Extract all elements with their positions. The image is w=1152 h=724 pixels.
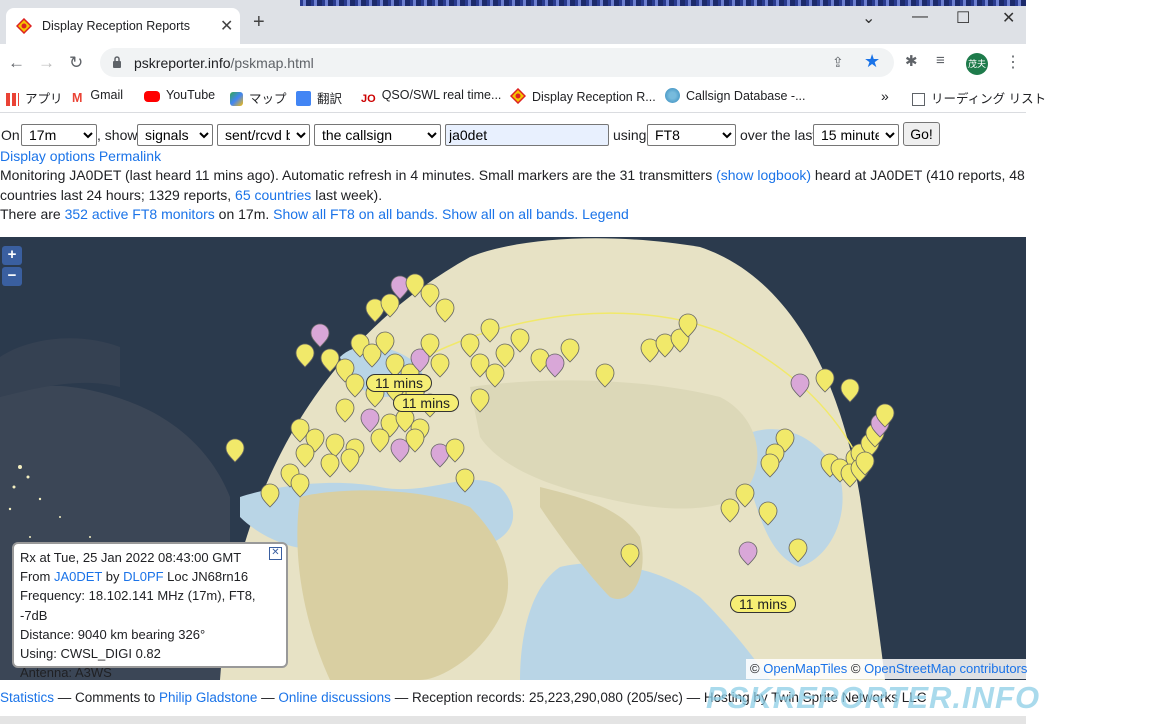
online-discussions-link[interactable]: Online discussions xyxy=(278,690,391,705)
bookmarks-overflow[interactable]: » xyxy=(881,88,889,104)
zoom-out-button[interactable]: − xyxy=(2,267,22,286)
translate-icon xyxy=(296,91,311,106)
popup-distance: Distance: 9040 km bearing 326° xyxy=(20,626,206,642)
bookmarks-bar: アプリ M Gmail YouTube マップ 翻訳 JO QSO/SWL real… xyxy=(0,80,1046,113)
pskreporter-watermark: PSKREPORTER.INFO xyxy=(706,680,1041,715)
address-bar[interactable]: pskreporter.info/pskmap.html ⇪ ★ xyxy=(100,48,894,77)
media-control-icon[interactable]: ≡ xyxy=(936,52,945,69)
popup-frequency: Frequency: 18.102.141 MHz (17m), FT8, -7… xyxy=(20,588,256,623)
youtube-icon xyxy=(144,91,160,102)
band-select[interactable]: 17m xyxy=(21,124,97,146)
new-tab-button[interactable]: + xyxy=(253,12,265,32)
bookmark-star-icon[interactable]: ★ xyxy=(864,51,880,72)
minimize-button[interactable]: — xyxy=(912,8,928,26)
tab-title: Display Reception Reports xyxy=(42,19,190,33)
popup-antenna: Antenna: A3WS xyxy=(20,665,112,681)
time-label-3: 11 mins xyxy=(730,595,796,613)
period-select[interactable]: 15 minutes xyxy=(813,124,899,146)
map-attribution: © OpenMapTiles © OpenStreetMap contribut… xyxy=(746,659,1027,679)
monitors-text: There are 352 active FT8 monitors on 17m… xyxy=(0,206,629,222)
report-popup: ✕ Rx at Tue, 25 Jan 2022 08:43:00 GMT Fr… xyxy=(12,542,288,680)
browser-tab[interactable]: Display Reception Reports ✕ xyxy=(6,8,240,44)
popup-rx-time: Rx at Tue, 25 Jan 2022 08:43:00 GMT xyxy=(20,550,242,565)
psk-icon xyxy=(510,88,526,104)
query-controls: On 17m , show signals sent/rcvd by the c… xyxy=(0,122,1026,146)
show-logbook-link[interactable]: (show logbook) xyxy=(716,167,811,183)
maximize-button[interactable]: ☐ xyxy=(956,8,970,28)
over-label: over the last xyxy=(740,127,817,143)
qso-icon: JO xyxy=(361,93,376,105)
status-text: Monitoring JA0DET (last heard 11 mins ag… xyxy=(0,167,1025,203)
horizontal-scrollbar[interactable] xyxy=(0,716,1026,724)
profile-avatar[interactable]: 茂夫 xyxy=(966,53,988,75)
url-text[interactable]: pskreporter.info/pskmap.html xyxy=(134,55,314,71)
bookmark-qso[interactable]: JO QSO/SWL real time... xyxy=(361,88,501,109)
forward-button[interactable]: → xyxy=(38,53,55,73)
blank-area xyxy=(1026,0,1152,724)
time-label-2: 11 mins xyxy=(393,394,459,412)
psk-favicon-icon xyxy=(16,18,32,34)
openmaptiles-link[interactable]: OpenMapTiles xyxy=(763,661,847,676)
lock-icon xyxy=(113,56,121,68)
statistics-link[interactable]: Statistics xyxy=(0,690,54,705)
back-button[interactable]: ← xyxy=(8,53,25,73)
apps-grid-icon xyxy=(6,93,19,106)
toolbar: ← → ↻ pskreporter.info/pskmap.html ⇪ ★ xyxy=(0,44,1026,80)
on-label: On xyxy=(1,127,20,143)
osm-link[interactable]: OpenStreetMap contributors xyxy=(864,661,1027,676)
menu-kebab-icon[interactable]: ⋮ xyxy=(1005,52,1021,72)
show-select[interactable]: signals xyxy=(137,124,213,146)
show-all-link[interactable]: Show all on all bands. xyxy=(442,206,578,222)
mode-select[interactable]: FT8 xyxy=(647,124,736,146)
countries-link[interactable]: 65 countries xyxy=(235,187,311,203)
bookmark-youtube[interactable]: YouTube xyxy=(144,88,215,102)
popup-using: Using: CWSL_DIGI 0.82 xyxy=(20,646,161,662)
active-monitors-link[interactable]: 352 active FT8 monitors xyxy=(65,206,215,222)
by-call-link[interactable]: DL0PF xyxy=(123,569,163,584)
target-select[interactable]: the callsign xyxy=(314,124,441,146)
show-ft8-link[interactable]: Show all FT8 on all bands. xyxy=(273,206,438,222)
bookmark-maps[interactable]: マップ xyxy=(230,88,287,107)
philip-link[interactable]: Philip Gladstone xyxy=(159,690,257,705)
popup-close-icon[interactable]: ✕ xyxy=(269,547,282,560)
direction-select[interactable]: sent/rcvd by xyxy=(217,124,310,146)
reload-button[interactable]: ↻ xyxy=(69,53,83,73)
bookmark-gmail[interactable]: M Gmail xyxy=(72,88,123,107)
from-call-link[interactable]: JA0DET xyxy=(54,569,102,584)
gmail-icon: M xyxy=(72,91,83,105)
extensions-icon[interactable]: ✱ xyxy=(905,52,918,70)
go-button[interactable]: Go! xyxy=(903,122,940,146)
bookmark-psk[interactable]: Display Reception R... xyxy=(510,88,656,104)
callsign-input[interactable] xyxy=(445,124,609,146)
share-icon[interactable]: ⇪ xyxy=(832,54,844,71)
globe-icon xyxy=(665,88,680,103)
permalink-link[interactable]: Permalink xyxy=(99,148,161,164)
reading-list[interactable]: リーディング リスト xyxy=(912,88,1046,107)
display-options-link[interactable]: Display options xyxy=(0,148,95,164)
legend-link[interactable]: Legend xyxy=(582,206,629,222)
using-label: using xyxy=(613,127,647,143)
zoom-in-button[interactable]: + xyxy=(2,246,22,265)
time-label-1: 11 mins xyxy=(366,374,432,392)
tab-strip: Display Reception Reports ✕ + ⌄ — ☐ ✕ xyxy=(0,0,1026,44)
tab-search-icon[interactable]: ⌄ xyxy=(862,8,875,28)
show-label: , show xyxy=(97,127,138,143)
titlebar-decoration xyxy=(300,0,1026,6)
bookmark-apps[interactable]: アプリ xyxy=(6,88,63,107)
reading-list-icon xyxy=(912,93,925,106)
maps-icon xyxy=(230,92,243,106)
options-links: Display options Permalink xyxy=(0,147,1026,167)
window-close-button[interactable]: ✕ xyxy=(1002,8,1015,28)
bookmark-callsign[interactable]: Callsign Database -... xyxy=(665,88,806,103)
tab-close-icon[interactable]: ✕ xyxy=(220,16,233,36)
popup-from: From JA0DET by DL0PF Loc JN68rn16 xyxy=(20,569,249,585)
bookmark-translate[interactable]: 翻訳 xyxy=(296,88,342,107)
